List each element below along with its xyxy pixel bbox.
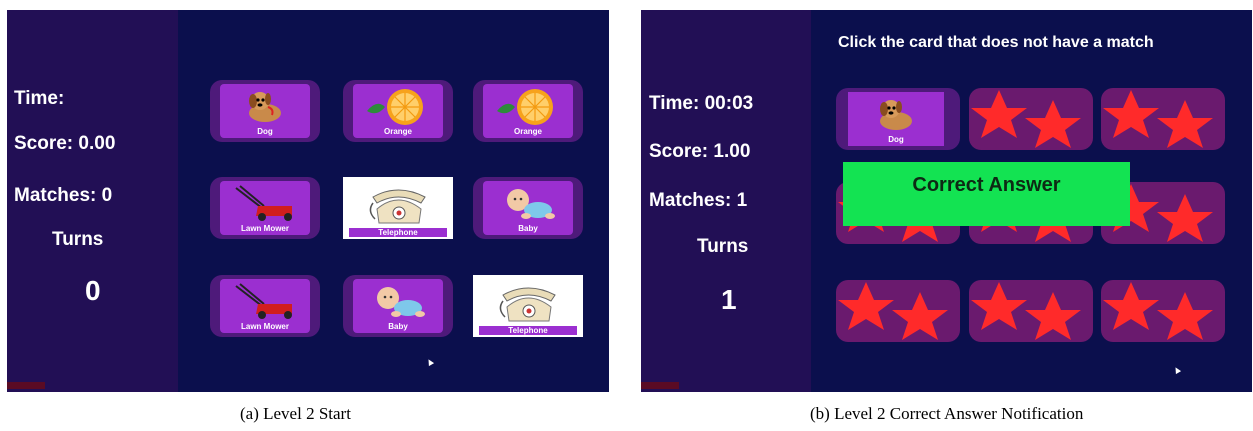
telephone-icon xyxy=(499,287,556,322)
caption-b: (b) Level 2 Correct Answer Notification xyxy=(810,404,1084,423)
turns-value: 0 xyxy=(85,275,101,306)
star-icon xyxy=(838,282,948,340)
card-label: Lawn Mower xyxy=(240,224,289,233)
card-baby[interactable]: Baby xyxy=(473,177,583,239)
card-hidden[interactable] xyxy=(969,88,1093,150)
level2-start-screen: Time: Score: 0.00 Matches: 0 Turns 0 Dog xyxy=(7,10,609,392)
card-lawn-mower[interactable]: Lawn Mower xyxy=(210,275,320,337)
card-telephone[interactable]: Telephone xyxy=(343,177,453,239)
lawn-mower-icon xyxy=(235,185,292,221)
turns-label: Turns xyxy=(697,236,749,257)
mouse-cursor-icon xyxy=(425,357,435,367)
card-orange[interactable]: Orange xyxy=(343,80,453,142)
correct-answer-notification: Correct Answer xyxy=(843,162,1130,226)
caption-a: (a) Level 2 Start xyxy=(240,404,351,423)
progress-bar xyxy=(7,382,45,389)
mouse-cursor-icon xyxy=(1172,365,1182,375)
matches-label: Matches: 1 xyxy=(649,190,748,211)
card-lawn-mower[interactable]: Lawn Mower xyxy=(210,177,320,239)
turns-value: 1 xyxy=(721,284,737,315)
turns-label: Turns xyxy=(52,229,104,250)
star-icon xyxy=(1103,90,1213,148)
card-label: Baby xyxy=(388,322,408,331)
card-label: Dog xyxy=(888,135,904,144)
card-label: Orange xyxy=(383,127,412,136)
time-label: Time: 00:03 xyxy=(649,93,754,114)
dog-icon xyxy=(249,92,281,122)
notification-text: Correct Answer xyxy=(912,174,1061,196)
star-icon xyxy=(971,282,1081,340)
matches-label: Matches: 0 xyxy=(14,185,113,206)
instruction-text: Click the card that does not have a matc… xyxy=(838,34,1154,51)
card-dog-revealed[interactable]: Dog xyxy=(836,88,960,150)
star-icon xyxy=(1103,282,1213,340)
dog-icon xyxy=(880,100,912,130)
card-label: Telephone xyxy=(479,326,577,335)
baby-icon xyxy=(377,287,425,317)
card-orange[interactable]: Orange xyxy=(473,80,583,142)
card-hidden[interactable] xyxy=(1101,88,1225,150)
card-hidden[interactable] xyxy=(836,280,960,342)
baby-icon xyxy=(507,189,555,219)
progress-bar xyxy=(641,382,679,389)
card-telephone[interactable]: Telephone xyxy=(473,275,583,337)
card-label: Lawn Mower xyxy=(240,322,289,331)
lawn-mower-icon xyxy=(235,283,292,319)
telephone-icon xyxy=(369,189,426,224)
time-label: Time: xyxy=(14,88,65,109)
score-label: Score: 0.00 xyxy=(14,133,116,154)
card-hidden[interactable] xyxy=(969,280,1093,342)
card-label: Orange xyxy=(513,127,542,136)
card-baby[interactable]: Baby xyxy=(343,275,453,337)
card-hidden[interactable] xyxy=(1101,280,1225,342)
card-label: Dog xyxy=(257,127,273,136)
level2-correct-answer-screen: Time: 00:03 Score: 1.00 Matches: 1 Turns… xyxy=(641,10,1252,392)
score-label: Score: 1.00 xyxy=(649,141,751,162)
card-label: Telephone xyxy=(349,228,447,237)
stats-sidebar: Time: Score: 0.00 Matches: 0 Turns 0 xyxy=(7,10,178,392)
card-dog[interactable]: Dog xyxy=(210,80,320,142)
card-label: Baby xyxy=(518,224,538,233)
orange-icon xyxy=(497,89,553,125)
star-icon xyxy=(971,90,1081,148)
orange-icon xyxy=(367,89,423,125)
stats-sidebar: Time: 00:03 Score: 1.00 Matches: 1 Turns… xyxy=(641,10,811,392)
